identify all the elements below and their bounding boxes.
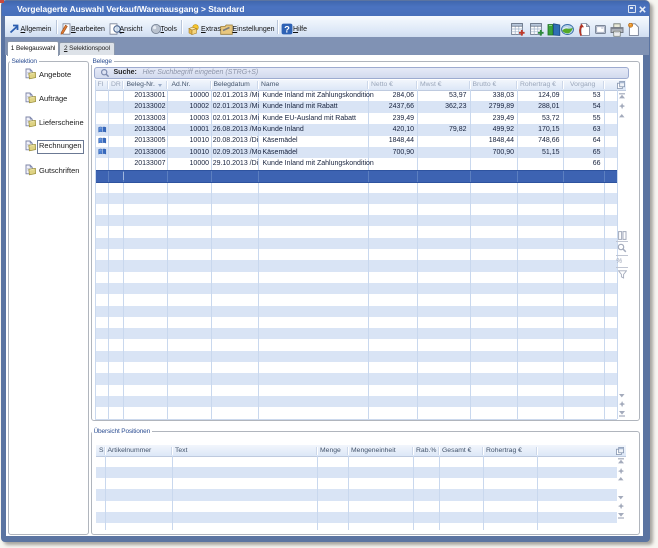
svg-text:?: ? xyxy=(284,23,290,34)
